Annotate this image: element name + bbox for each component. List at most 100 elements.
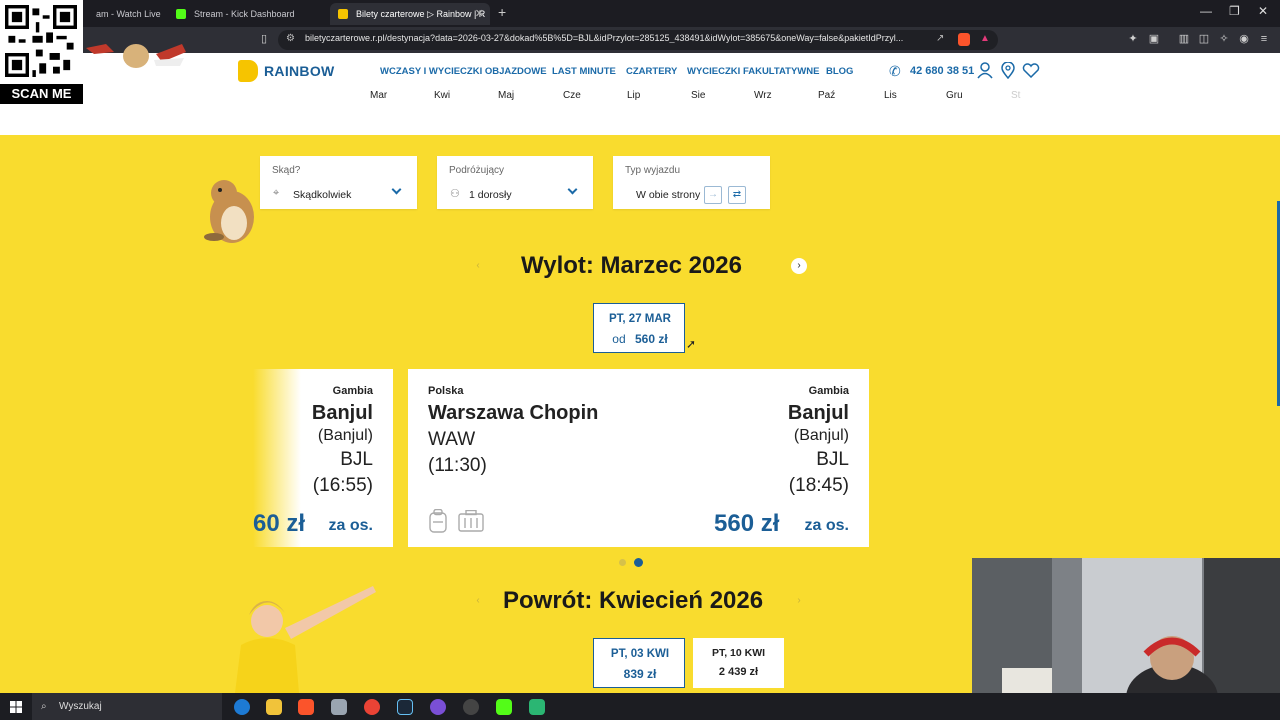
menu-icon[interactable]: ≡ [1258, 32, 1270, 46]
obs-icon[interactable] [463, 699, 479, 715]
chevron-down-icon [567, 184, 578, 195]
share-icon[interactable]: ↗ [936, 33, 944, 44]
hamster-mascot-image [204, 180, 254, 243]
carousel-dot-1[interactable] [619, 559, 626, 566]
card-dest-code: BJL [340, 449, 373, 470]
file-explorer-icon[interactable] [266, 699, 282, 715]
chevron-down-icon [391, 184, 402, 195]
nav-blog[interactable]: BLOG [826, 66, 853, 77]
maximize-button[interactable]: ❐ [1229, 4, 1240, 18]
location-pin-icon[interactable] [1000, 62, 1016, 79]
taskbar-search[interactable]: ⌕ Wyszukaj [32, 693, 222, 720]
month-tab-paz[interactable]: Paź [818, 90, 835, 101]
person-icon: ⚇ [450, 188, 460, 200]
url-field[interactable]: ⚙ biletyczarterowe.r.pl/destynacja?data=… [278, 30, 998, 50]
next-month-arrow-icon[interactable]: › [791, 593, 807, 609]
return-date-price: 839 zł [623, 667, 657, 681]
discord-icon[interactable] [430, 699, 446, 715]
vpn-icon[interactable]: ◫ [1198, 32, 1210, 46]
tab-kick-dashboard[interactable]: Stream - Kick Dashboard [168, 3, 326, 25]
month-tab-mar[interactable]: Mar [370, 90, 387, 101]
card-dest-time: (18:45) [788, 475, 849, 496]
bookmark-icon[interactable]: ▯ [258, 32, 270, 46]
card-dest-sub: (Banjul) [793, 427, 849, 444]
card-price: 60 zł [253, 510, 306, 537]
steam-icon[interactable] [397, 699, 413, 715]
windows-start-icon[interactable] [10, 701, 22, 713]
minimize-button[interactable]: — [1200, 4, 1212, 18]
month-tab-wrz[interactable]: Wrz [754, 90, 772, 101]
privacy-icon[interactable]: ◉ [1238, 32, 1250, 46]
flight-card-selected[interactable]: Polska Warszawa Chopin WAW (11:30) Gambi… [408, 369, 869, 547]
site-info-icon[interactable]: ⚙ [286, 33, 295, 44]
month-tab-sty[interactable]: St [1011, 90, 1020, 101]
trip-type-label: Typ wyjazdu [625, 165, 681, 176]
site-logo[interactable]: RAINBOW [264, 63, 335, 79]
phone-icon: ✆ [889, 63, 901, 79]
return-date-card-1[interactable]: PT, 03 KWI 839 zł [593, 638, 685, 688]
card-price-per: za os. [328, 517, 373, 534]
card-origin-city: Warszawa Chopin [428, 402, 599, 424]
month-tab-sie[interactable]: Sie [691, 90, 705, 101]
prev-month-arrow-icon[interactable]: ‹ [470, 593, 486, 609]
kick-icon [176, 9, 186, 19]
tab-rainbow[interactable]: Bilety czarterowe ▷ Rainbow | R ✕ [330, 3, 490, 25]
location-icon: ⌖ [273, 187, 280, 199]
nav-czartery[interactable]: CZARTERY [626, 66, 677, 77]
leo-ai-icon[interactable]: ✧ [1218, 32, 1230, 46]
kick-app-icon[interactable] [496, 699, 512, 715]
month-tab-lis[interactable]: Lis [884, 90, 897, 101]
flight-card-previous[interactable]: Gambia Banjul (Banjul) BJL (16:55) 60 zł… [253, 369, 393, 547]
user-account-icon[interactable] [977, 62, 993, 79]
pointing-woman-image [235, 586, 376, 693]
outbound-heading: Wylot: Marzec 2026 [521, 252, 742, 279]
address-bar: ▯ ⚙ biletyczarterowe.r.pl/destynacja?dat… [0, 27, 1280, 53]
tab-kick-live[interactable]: am - Watch Live on K [70, 3, 162, 25]
edge-icon[interactable] [234, 699, 250, 715]
travelers-value: 1 dorosły [469, 189, 512, 201]
from-selector[interactable]: Skąd? ⌖ Skądkolwiek [260, 156, 417, 209]
new-tab-button[interactable]: + [498, 4, 506, 20]
round-trip-arrows-icon[interactable]: ⇄ [728, 186, 746, 204]
prev-month-arrow-icon[interactable]: ‹ [470, 258, 486, 274]
outbound-date-card[interactable]: PT, 27 MAR od 560 zł [593, 303, 685, 353]
sidebar-icon[interactable]: ▥ [1178, 32, 1190, 46]
card-dest-city: Banjul [787, 402, 849, 424]
trip-type-selector: Typ wyjazdu W obie strony → ⇄ [613, 156, 770, 209]
nav-last-minute[interactable]: LAST MINUTE [552, 66, 616, 77]
month-tab-maj[interactable]: Maj [498, 90, 514, 101]
brave-rewards-icon[interactable]: ▲ [980, 33, 990, 44]
app-icon[interactable] [529, 699, 545, 715]
close-window-button[interactable]: ✕ [1258, 4, 1268, 18]
brave-icon[interactable] [298, 699, 314, 715]
favorites-heart-icon[interactable] [1022, 63, 1040, 78]
return-date-day: PT, 03 KWI [610, 648, 670, 660]
rainbow-logo-icon[interactable] [238, 60, 258, 82]
month-tab-lip[interactable]: Lip [627, 90, 640, 101]
qr-code-image [5, 5, 77, 77]
carousel-dot-2[interactable] [634, 558, 643, 567]
browser-tab-bar: am - Watch Live on K Stream - Kick Dashb… [0, 0, 1280, 27]
mouse-cursor: ➚ [686, 337, 697, 351]
close-tab-icon[interactable]: ✕ [475, 3, 484, 25]
phone-number[interactable]: 42 680 38 51 [910, 65, 974, 77]
app-icon[interactable] [331, 699, 347, 715]
nav-wycieczki-fakultatywne[interactable]: WYCIECZKI FAKULTATYWNE [687, 66, 819, 77]
nav-wczasy[interactable]: WCZASY I WYCIECZKI OBJAZDOWE [380, 66, 547, 77]
brave-shield-icon[interactable] [958, 33, 970, 46]
next-month-arrow-icon[interactable]: › [791, 258, 807, 274]
wallet-icon[interactable]: ▣ [1148, 32, 1160, 46]
windows-taskbar: ⌕ Wyszukaj [0, 693, 1280, 720]
site-header: RAINBOW WCZASY I WYCIECZKI OBJAZDOWE LAS… [0, 53, 1280, 135]
travelers-selector[interactable]: Podróżujący ⚇ 1 dorosły [437, 156, 593, 209]
extensions-icon[interactable]: ✦ [1127, 32, 1139, 46]
chrome-icon[interactable] [364, 699, 380, 715]
return-date-day: PT, 10 KWI [711, 647, 766, 659]
one-way-arrow-icon[interactable]: → [704, 186, 722, 204]
card-dest-country: Gambia [332, 385, 373, 397]
month-tab-gru[interactable]: Gru [946, 90, 963, 101]
return-date-card-2[interactable]: PT, 10 KWI 2 439 zł [693, 638, 784, 688]
card-dest-sub: (Banjul) [317, 427, 373, 444]
month-tab-kwi[interactable]: Kwi [434, 90, 450, 101]
month-tab-cze[interactable]: Cze [563, 90, 581, 101]
